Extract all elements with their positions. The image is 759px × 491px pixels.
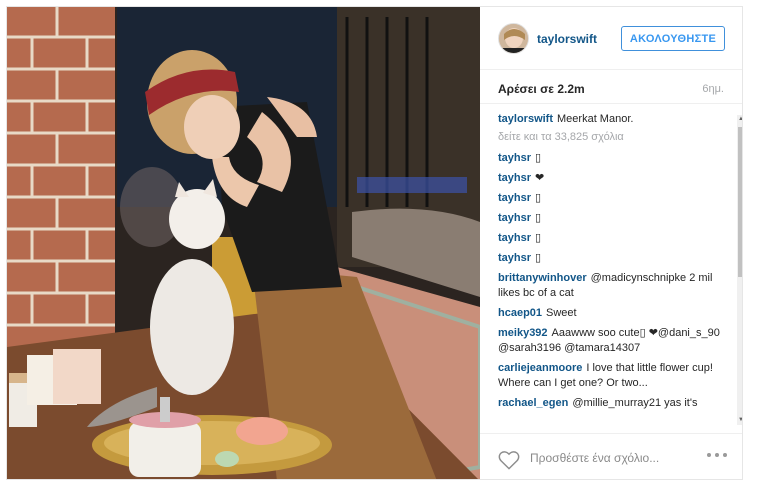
- comment-item: tayhsr ▯: [498, 151, 726, 166]
- comment-author[interactable]: hcaep01: [498, 307, 542, 319]
- post-side-panel: taylorswift ΑΚΟΛΟΥΘΗΣΤΕ Αρέσει σε 2.2m 6…: [480, 7, 742, 479]
- post-footer: [480, 433, 742, 479]
- post-username[interactable]: taylorswift: [537, 32, 597, 46]
- comment-author[interactable]: tayhsr: [498, 232, 531, 244]
- comment-text: ▯: [535, 192, 542, 204]
- comment-text: ▯: [535, 212, 542, 224]
- comments-scrollbar[interactable]: ▲ ▼: [737, 115, 742, 425]
- add-comment-input[interactable]: [530, 445, 700, 471]
- comment-author[interactable]: meiky392: [498, 327, 548, 339]
- view-all-comments-link[interactable]: δείτε και τα 33,825 σχόλια: [498, 130, 726, 145]
- avatar-image: [499, 24, 528, 53]
- more-options-icon[interactable]: [706, 451, 728, 465]
- comment-item: tayhsr ▯: [498, 231, 726, 246]
- comment-item: rachael_egen @millie_murray21 yas it's: [498, 396, 726, 411]
- post-photo[interactable]: [7, 7, 480, 479]
- comment-text: @millie_murray21 yas it's: [572, 397, 698, 409]
- comment-item: brittanywinhover @madicynschnipke 2 mil l…: [498, 271, 726, 301]
- comment-item: tayhsr ▯: [498, 251, 726, 266]
- comment-author[interactable]: tayhsr: [498, 192, 531, 204]
- comment-author[interactable]: brittanywinhover: [498, 272, 587, 284]
- heart-outline-icon[interactable]: [498, 450, 520, 470]
- scroll-down-arrow-icon[interactable]: ▼: [737, 416, 742, 425]
- post-header: taylorswift ΑΚΟΛΟΥΘΗΣΤΕ: [480, 7, 742, 70]
- comment-item: tayhsr ▯: [498, 191, 726, 206]
- comment-text: ▯: [535, 232, 542, 244]
- more-dots-icon: [707, 453, 727, 457]
- comment-text: ▯: [535, 152, 542, 164]
- comment-text: ❤: [535, 172, 545, 184]
- caption: taylorswift Meerkat Manor.: [498, 112, 726, 127]
- comment-author[interactable]: tayhsr: [498, 252, 531, 264]
- caption-text: Meerkat Manor.: [557, 113, 634, 125]
- comment-item: tayhsr ❤: [498, 171, 726, 186]
- post-card: taylorswift ΑΚΟΛΟΥΘΗΣΤΕ Αρέσει σε 2.2m 6…: [6, 6, 743, 480]
- comment-author[interactable]: tayhsr: [498, 152, 531, 164]
- comment-item: tayhsr ▯: [498, 211, 726, 226]
- comment-author[interactable]: tayhsr: [498, 212, 531, 224]
- comment-author[interactable]: rachael_egen: [498, 397, 568, 409]
- comment-item: meiky392 Aaawww soo cute▯ ❤@dani_s_90 @sa…: [498, 326, 726, 356]
- caption-author[interactable]: taylorswift: [498, 113, 553, 125]
- comment-text: ▯: [535, 252, 542, 264]
- likes-count[interactable]: Αρέσει σε 2.2m: [498, 82, 585, 96]
- avatar[interactable]: [498, 23, 529, 54]
- comment-item: carliejeanmoore I love that little flower…: [498, 361, 726, 391]
- post-stats: Αρέσει σε 2.2m 6ημ.: [480, 70, 742, 104]
- post-time[interactable]: 6ημ.: [702, 83, 724, 95]
- photo-illustration: [7, 7, 480, 479]
- comment-author[interactable]: carliejeanmoore: [498, 362, 582, 374]
- follow-button[interactable]: ΑΚΟΛΟΥΘΗΣΤΕ: [621, 26, 725, 51]
- comment-item: hcaep01 Sweet: [498, 306, 726, 321]
- scroll-thumb[interactable]: [738, 127, 742, 277]
- comment-text: Sweet: [546, 307, 577, 319]
- comments-list[interactable]: taylorswift Meerkat Manor. δείτε και τα 3…: [480, 112, 736, 424]
- comment-author[interactable]: tayhsr: [498, 172, 531, 184]
- scroll-up-arrow-icon[interactable]: ▲: [737, 115, 742, 124]
